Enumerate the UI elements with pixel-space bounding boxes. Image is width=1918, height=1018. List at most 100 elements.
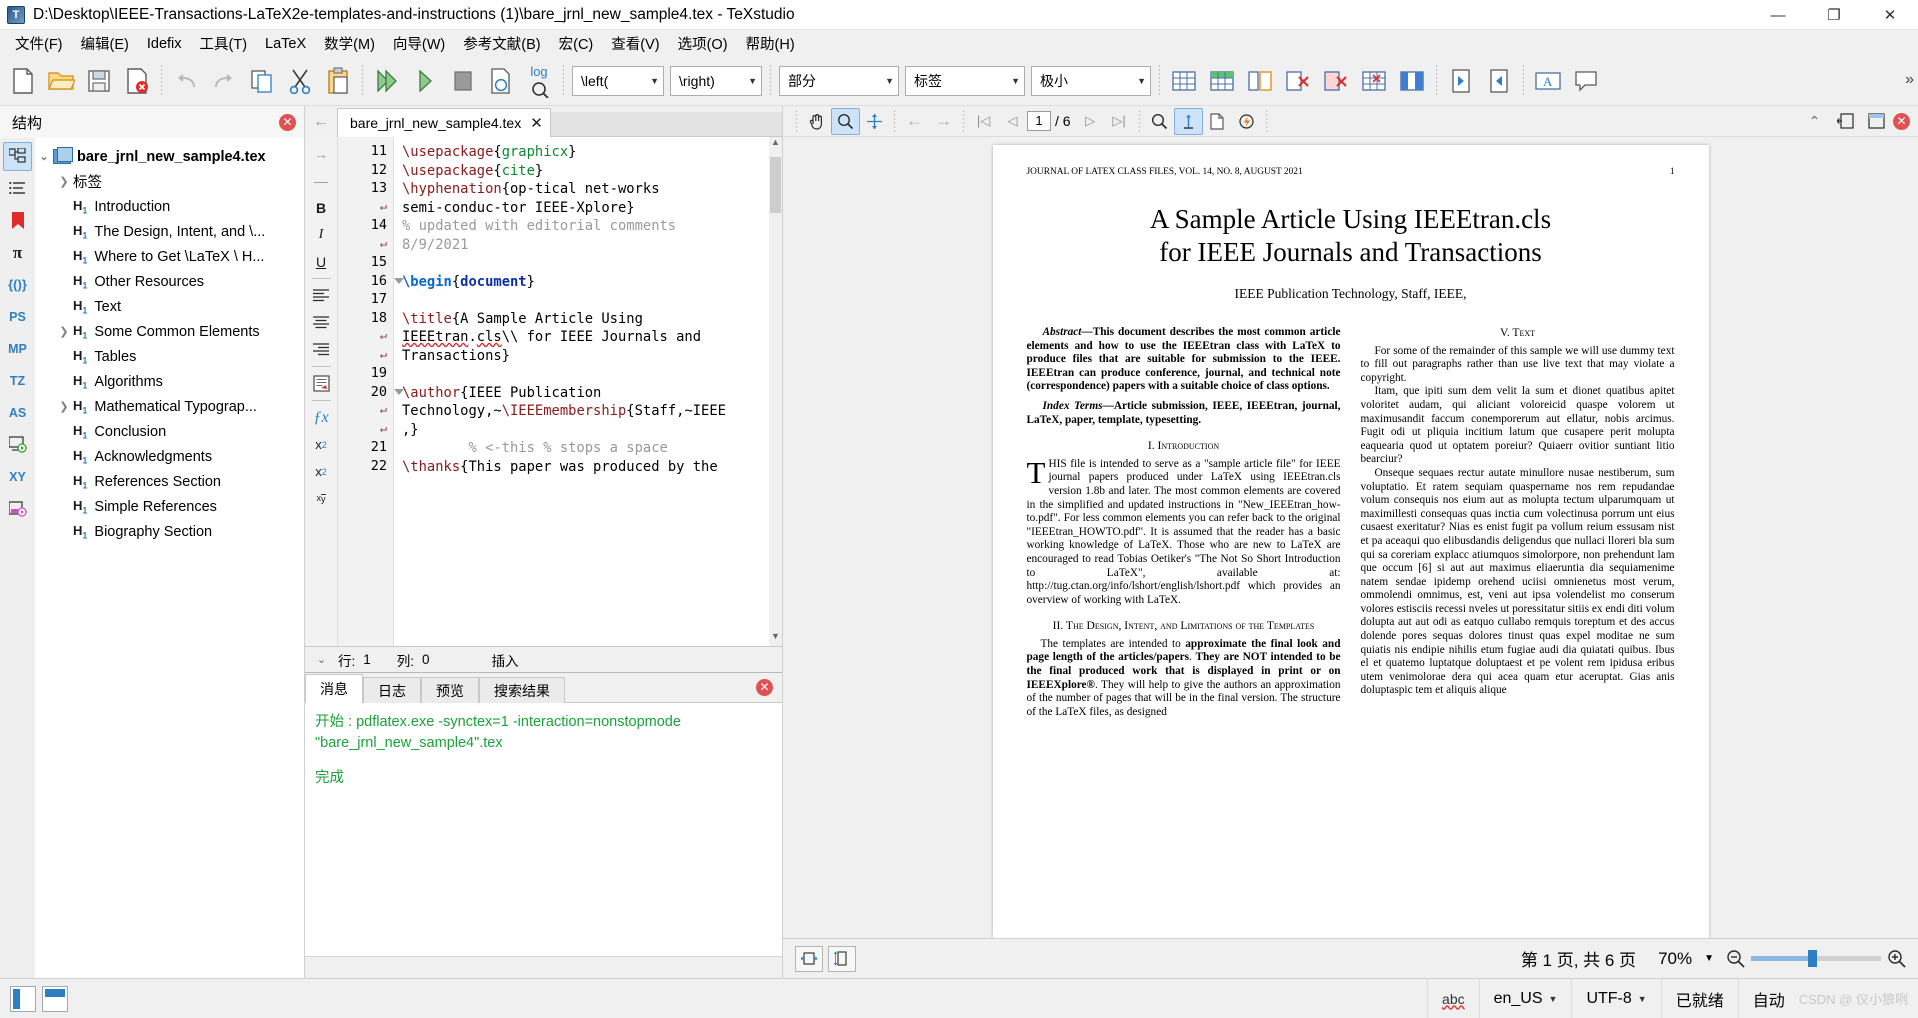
- sidebar-item-design-intent[interactable]: H1 The Design, Intent, and \...: [35, 219, 304, 244]
- fit-width-icon[interactable]: [795, 945, 823, 972]
- fold-icon[interactable]: [394, 277, 404, 284]
- cut-icon[interactable]: [281, 61, 319, 101]
- insert-column-icon[interactable]: [1241, 61, 1279, 101]
- tab-messages[interactable]: 消息: [305, 674, 363, 703]
- editor-tab-active[interactable]: bare_jrnl_new_sample4.tex ✕: [337, 108, 551, 137]
- chevron-right-icon[interactable]: ❯: [55, 400, 73, 413]
- align-center-icon[interactable]: [308, 309, 335, 336]
- copy-icon[interactable]: [243, 61, 281, 101]
- fold-icon[interactable]: [394, 388, 404, 395]
- table-cells-blue-icon[interactable]: [1393, 61, 1431, 101]
- fit-page-icon[interactable]: [828, 945, 856, 972]
- insert-table-green-icon[interactable]: [1203, 61, 1241, 101]
- pdf-back-button[interactable]: ←: [900, 108, 929, 135]
- build-and-view-icon[interactable]: [368, 61, 406, 101]
- tz-icon[interactable]: TZ: [3, 366, 32, 395]
- last-page-button[interactable]: ▷|: [1105, 108, 1134, 135]
- close-icon[interactable]: ✕: [279, 113, 296, 131]
- sidebar-item-where-to-get-latex[interactable]: H1 Where to Get \LaTeX \ H...: [35, 244, 304, 269]
- zoom-fit-icon[interactable]: [1145, 108, 1174, 135]
- menu-file[interactable]: 文件(F): [6, 30, 72, 57]
- xy-icon[interactable]: XY: [3, 462, 32, 491]
- tab-preview[interactable]: 预览: [421, 677, 479, 703]
- code-text[interactable]: \usepackage{graphicx} \usepackage{cite} …: [394, 137, 782, 646]
- close-button[interactable]: ✕: [1862, 0, 1918, 30]
- delete-row-icon[interactable]: [1317, 61, 1355, 101]
- menu-options[interactable]: 选项(O): [669, 30, 737, 57]
- delete-column-icon[interactable]: [1279, 61, 1317, 101]
- fraction-icon[interactable]: xy: [308, 485, 335, 512]
- pdf-page-container[interactable]: JOURNAL OF LATEX CLASS FILES, VOL. 14, N…: [783, 137, 1918, 938]
- menu-edit[interactable]: 编辑(E): [72, 30, 138, 57]
- code-editor[interactable]: → — B I U ƒx x 2 x 2 x y 11 12 13 ↵ 14 ↵…: [305, 137, 782, 646]
- compile-icon[interactable]: [406, 61, 444, 101]
- subscript-icon[interactable]: x2: [308, 431, 335, 458]
- braces-icon[interactable]: {()}: [3, 270, 32, 299]
- comment-block-icon[interactable]: [308, 370, 335, 397]
- scroll-up-icon[interactable]: ▲: [769, 137, 782, 152]
- sidebar-item-text[interactable]: H1 Text: [35, 294, 304, 319]
- scrollbar-thumb[interactable]: [770, 157, 781, 213]
- zoom-slider-knob[interactable]: [1808, 950, 1817, 967]
- dash-icon[interactable]: —: [308, 167, 335, 194]
- sidebar-item-other-resources[interactable]: H1 Other Resources: [35, 269, 304, 294]
- menu-bibliography[interactable]: 参考文献(B): [454, 30, 549, 57]
- section-level-combo[interactable]: 部分 ▼: [779, 66, 899, 96]
- ps-icon[interactable]: PS: [3, 302, 32, 331]
- pdf-forward-button[interactable]: →: [929, 108, 958, 135]
- prev-document-icon[interactable]: [1442, 61, 1480, 101]
- left-delimiter-combo[interactable]: \left( ▼: [572, 66, 664, 96]
- align-left-icon[interactable]: [308, 282, 335, 309]
- zoom-in-icon[interactable]: [1887, 949, 1906, 968]
- chevron-right-icon[interactable]: ❯: [55, 175, 73, 188]
- zoom-out-icon[interactable]: [1726, 949, 1745, 968]
- chevron-down-icon[interactable]: ▼: [1704, 953, 1714, 964]
- pi-icon[interactable]: π: [3, 238, 32, 267]
- sidebar-item-simple-references[interactable]: H1 Simple References: [35, 494, 304, 519]
- toggle-log-panel-icon[interactable]: [42, 985, 68, 1012]
- menu-idefix[interactable]: Idefix: [138, 33, 191, 55]
- toolbar-overflow-button[interactable]: »: [1905, 71, 1914, 89]
- label-combo[interactable]: 标签 ▼: [905, 66, 1025, 96]
- structure-view-icon[interactable]: [3, 142, 32, 171]
- spell-check-indicator[interactable]: abc: [1427, 978, 1479, 1018]
- language-selector[interactable]: en_US ▼: [1478, 978, 1572, 1018]
- sidebar-item-acknowledgments[interactable]: H1 Acknowledgments: [35, 444, 304, 469]
- collapse-icon[interactable]: ⌃: [1800, 108, 1829, 135]
- tab-search-results[interactable]: 搜索结果: [479, 677, 565, 703]
- quick-build-icon[interactable]: [1232, 108, 1261, 135]
- comment-bubble-icon[interactable]: [1567, 61, 1605, 101]
- menu-view[interactable]: 查看(V): [602, 30, 668, 57]
- prev-page-button[interactable]: ◁: [998, 108, 1027, 135]
- function-icon[interactable]: ƒx: [308, 404, 335, 431]
- bold-icon[interactable]: B: [308, 194, 335, 221]
- view-pdf-icon[interactable]: [482, 61, 520, 101]
- list-view-icon[interactable]: [3, 174, 32, 203]
- superscript-icon[interactable]: x2: [308, 458, 335, 485]
- sidebar-item-mathematical-typography[interactable]: ❯ H1 Mathematical Typograp...: [35, 394, 304, 419]
- close-file-icon[interactable]: [118, 61, 156, 101]
- close-icon[interactable]: ✕: [756, 679, 773, 696]
- maximize-button[interactable]: ❐: [1806, 0, 1862, 30]
- menu-latex[interactable]: LaTeX: [256, 33, 315, 55]
- paste-icon[interactable]: [319, 61, 357, 101]
- sidebar-item-references-section[interactable]: H1 References Section: [35, 469, 304, 494]
- toggle-structure-panel-icon[interactable]: [10, 985, 36, 1012]
- page-number-input[interactable]: 1: [1027, 111, 1051, 131]
- sidebar-item-some-common-elements[interactable]: ❯ H1 Some Common Elements: [35, 319, 304, 344]
- save-file-icon[interactable]: [80, 61, 118, 101]
- sidebar-item-conclusion[interactable]: H1 Conclusion: [35, 419, 304, 444]
- insert-table-icon[interactable]: [1165, 61, 1203, 101]
- text-box-icon[interactable]: A: [1529, 61, 1567, 101]
- new-file-icon[interactable]: [4, 61, 42, 101]
- console-run-icon[interactable]: [3, 430, 32, 459]
- minimize-button[interactable]: —: [1750, 0, 1806, 30]
- menu-help[interactable]: 帮助(H): [737, 30, 804, 57]
- sidebar-item-biography-section[interactable]: H1 Biography Section: [35, 519, 304, 544]
- menu-math[interactable]: 数学(M): [315, 30, 384, 57]
- move-tool-icon[interactable]: [860, 108, 889, 135]
- sidebar-item-introduction[interactable]: H1 Introduction: [35, 194, 304, 219]
- encoding-selector[interactable]: UTF-8 ▼: [1571, 978, 1660, 1018]
- underline-icon[interactable]: U: [308, 248, 335, 275]
- forward-arrow-icon[interactable]: →: [308, 140, 335, 167]
